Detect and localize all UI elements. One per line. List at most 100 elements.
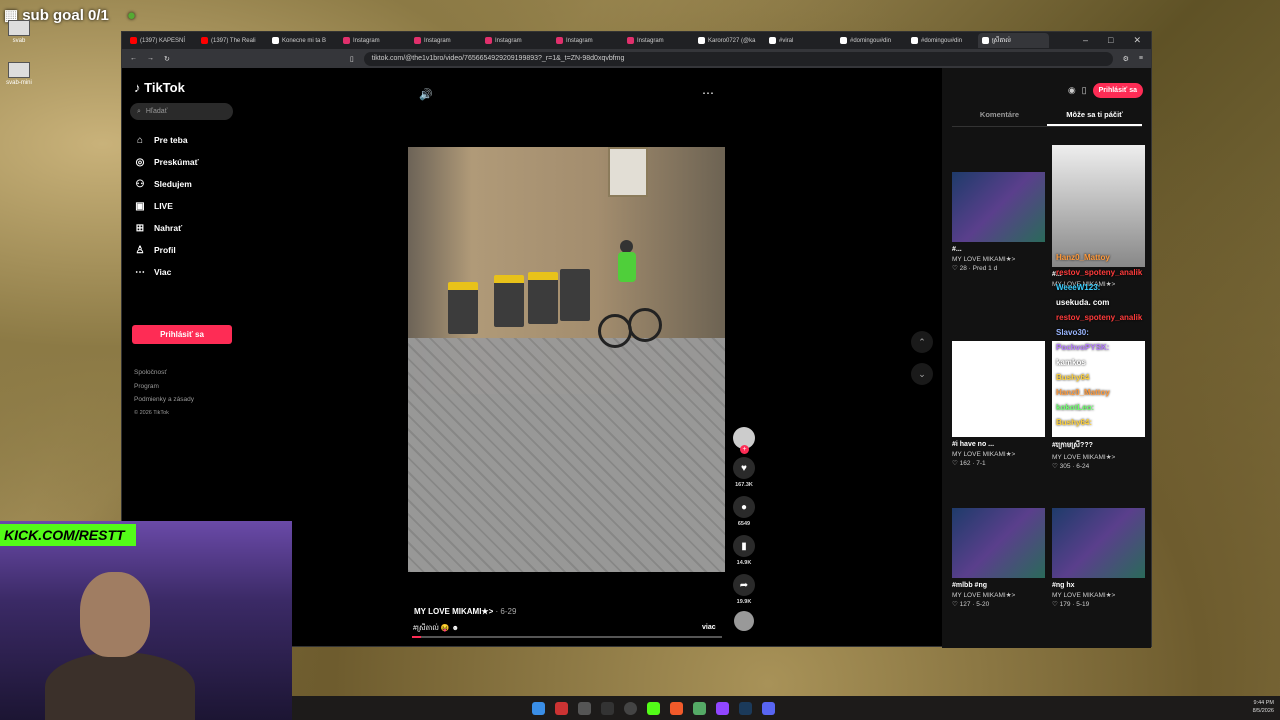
browser-tab[interactable]: #domingou#din bbox=[907, 33, 978, 48]
follow-plus-icon[interactable]: + bbox=[740, 445, 749, 454]
coin-icon[interactable]: ◉ bbox=[1068, 85, 1076, 96]
desktop-icon-svab[interactable]: svab bbox=[6, 20, 32, 44]
browser-tab[interactable]: Instagram bbox=[623, 33, 694, 48]
extensions-icon[interactable]: ⚙ bbox=[1123, 55, 1129, 63]
desktop-icon-svab-mini[interactable]: svab-mini bbox=[6, 62, 32, 86]
more-caption-button[interactable]: viac bbox=[702, 624, 716, 631]
discord-icon[interactable] bbox=[762, 701, 775, 715]
footer-link-company[interactable]: Spoločnosť bbox=[134, 366, 194, 380]
card-author[interactable]: MY LOVE MIKAMI★> bbox=[952, 591, 1045, 599]
recommended-video-card[interactable]: #ng hx MY LOVE MIKAMI★> ♡ 179 · 5-19 bbox=[1052, 508, 1145, 608]
chat-message: usekuda. com bbox=[1056, 298, 1110, 307]
panel-login-button[interactable]: Prihlásiť sa bbox=[1092, 83, 1143, 98]
recommended-video-card[interactable]: #mlbb #ng MY LOVE MIKAMI★> ♡ 127 · 5-20 bbox=[952, 508, 1045, 608]
browser-tab[interactable]: ស្រីតាល់ bbox=[978, 33, 1049, 48]
tab-strip: (1397) KAPESNÍ (1397) The Reali Konecne mi… bbox=[122, 32, 1151, 49]
card-author[interactable]: MY LOVE MIKAMI★> bbox=[952, 255, 1045, 263]
footer-link-terms[interactable]: Podmienky a zásady bbox=[134, 393, 194, 407]
volume-icon[interactable]: 🔊 bbox=[419, 88, 433, 101]
obs-icon[interactable] bbox=[624, 701, 637, 715]
nav-item[interactable]: ⌂ Pre teba bbox=[134, 129, 199, 151]
browser-tab[interactable]: Karoro0727 (@ka bbox=[694, 33, 765, 48]
previous-video-icon[interactable]: ⌃ bbox=[911, 331, 933, 353]
video-player[interactable] bbox=[408, 147, 725, 572]
tab-favicon-icon bbox=[485, 37, 492, 44]
browser-tab[interactable]: Instagram bbox=[410, 33, 481, 48]
maps-pin-icon[interactable] bbox=[555, 701, 568, 715]
card-author[interactable]: MY LOVE MIKAMI★> bbox=[1052, 453, 1145, 461]
browser-tab[interactable]: (1397) KAPESNÍ bbox=[126, 33, 197, 48]
browser-tab[interactable]: #domingou#din bbox=[836, 33, 907, 48]
nav-item[interactable]: ♙ Profil bbox=[134, 239, 199, 261]
comment-count: 6549 bbox=[737, 521, 751, 527]
card-author[interactable]: MY LOVE MIKAMI★> bbox=[1052, 591, 1145, 599]
forward-icon[interactable]: → bbox=[147, 55, 154, 62]
search-input[interactable]: ⌕ Hľadať bbox=[130, 103, 233, 120]
music-disc-icon[interactable] bbox=[734, 611, 754, 631]
browser-tab[interactable]: Konecne mi ta B bbox=[268, 33, 339, 48]
video-hashtags[interactable]: #ស្រីតាល់ 😝 ☻ bbox=[413, 624, 459, 634]
browser-tab[interactable]: (1397) The Reali bbox=[197, 33, 268, 48]
creator-avatar[interactable]: + bbox=[733, 427, 755, 454]
footer-link-program[interactable]: Program bbox=[134, 380, 194, 394]
minimize-icon[interactable]: – bbox=[1083, 35, 1088, 46]
bookmark-save-icon[interactable]: ▮ bbox=[733, 535, 755, 557]
nav-item[interactable]: ⊞ Nahrať bbox=[134, 217, 199, 239]
arrow-app-icon[interactable] bbox=[601, 701, 614, 715]
video-progress-bar[interactable] bbox=[412, 636, 722, 638]
tab-favicon-icon bbox=[343, 37, 350, 44]
video-author[interactable]: MY LOVE MIKAMI★> bbox=[414, 607, 493, 616]
like-icon[interactable]: ♥ bbox=[733, 457, 755, 479]
browser-tab[interactable]: #viral bbox=[765, 33, 836, 48]
bookmark-icon[interactable]: ▯ bbox=[350, 55, 354, 63]
url-field[interactable]: tiktok.com/@the1v1bro/video/765665492920… bbox=[363, 51, 1113, 66]
browser-tab[interactable]: Instagram bbox=[552, 33, 623, 48]
tab-comments[interactable]: Komentáre bbox=[952, 110, 1047, 126]
reload-icon[interactable]: ↻ bbox=[164, 55, 170, 63]
video-thumbnail[interactable] bbox=[952, 508, 1045, 578]
nav-item[interactable]: ◎ Preskúmať bbox=[134, 151, 199, 173]
video-thumbnail[interactable] bbox=[1052, 508, 1145, 578]
system-clock[interactable]: 9:44 PM 8/5/2026 bbox=[1253, 699, 1274, 715]
nav-item[interactable]: ⋯ Viac bbox=[134, 261, 199, 283]
browser-tab[interactable]: Instagram bbox=[339, 33, 410, 48]
copyright: © 2026 TikTok bbox=[134, 409, 169, 416]
kick-app-icon[interactable] bbox=[647, 701, 660, 715]
next-video-icon[interactable]: ⌄ bbox=[911, 363, 933, 385]
video-progress-fill bbox=[412, 636, 422, 638]
back-icon[interactable]: ← bbox=[130, 55, 137, 62]
card-stats: ♡ 305 · 6-24 bbox=[1052, 463, 1090, 470]
taskbar: 9:44 PM 8/5/2026 bbox=[292, 696, 1280, 720]
nav-item[interactable]: ⚇ Sledujem bbox=[134, 173, 199, 195]
tab-label: Konecne mi ta B bbox=[282, 37, 327, 44]
maximize-icon[interactable]: □ bbox=[1108, 35, 1113, 46]
menu-icon[interactable]: ≡ bbox=[1139, 55, 1143, 62]
share-icon[interactable]: ➦ bbox=[733, 574, 755, 596]
twitch-icon[interactable] bbox=[716, 701, 729, 715]
login-button[interactable]: Prihlásiť sa bbox=[132, 325, 232, 344]
card-author[interactable]: MY LOVE MIKAMI★> bbox=[952, 450, 1045, 458]
tab-favicon-icon bbox=[698, 37, 705, 44]
chat-message: Bushy64: bbox=[1056, 418, 1093, 427]
tab-you-may-like[interactable]: Môže sa ti páčiť bbox=[1047, 110, 1142, 126]
recommended-video-card[interactable]: #i have no ... MY LOVE MIKAMI★> ♡ 162 · 7-… bbox=[952, 341, 1045, 467]
browser-tab[interactable]: Instagram bbox=[481, 33, 552, 48]
steam-icon[interactable] bbox=[739, 701, 752, 715]
video-thumbnail[interactable] bbox=[952, 172, 1045, 242]
card-title: #ng hx bbox=[1052, 582, 1075, 589]
device-icon[interactable]: ▯ bbox=[1082, 85, 1087, 96]
card-title: #mlbb #ng bbox=[952, 582, 988, 589]
snipping-tool-icon[interactable] bbox=[578, 701, 591, 715]
more-options-icon[interactable]: ⋯ bbox=[702, 86, 714, 100]
video-thumbnail[interactable] bbox=[1052, 145, 1145, 267]
nav-item[interactable]: ▣ LIVE bbox=[134, 195, 199, 217]
windows-start-icon[interactable] bbox=[532, 701, 545, 715]
brave-icon[interactable] bbox=[670, 701, 683, 715]
close-icon[interactable]: ✕ bbox=[1133, 35, 1141, 46]
app-icon[interactable] bbox=[693, 701, 706, 715]
recommended-video-card[interactable]: #... MY LOVE MIKAMI★> ♡ 28 · Pred 1 d bbox=[952, 172, 1045, 272]
comment-icon[interactable]: ● bbox=[733, 496, 755, 518]
card-title: #ក្រោមស្រី??? bbox=[1052, 442, 1093, 449]
video-thumbnail[interactable] bbox=[952, 341, 1045, 437]
tiktok-logo[interactable]: ♪ TikTok bbox=[134, 80, 185, 95]
